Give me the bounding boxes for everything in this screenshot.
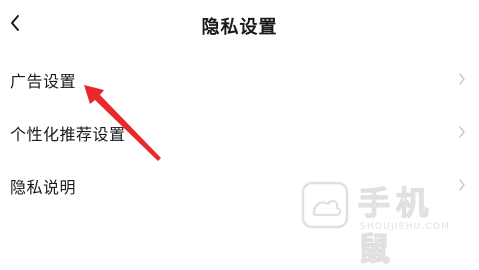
settings-item-label: 个性化推荐设置 — [10, 125, 126, 144]
chevron-right-icon — [459, 126, 465, 138]
settings-item-personalized-recommendation[interactable]: 个性化推荐设置 — [0, 105, 479, 158]
settings-item-ad[interactable]: 广告设置 — [0, 52, 479, 105]
settings-item-label: 广告设置 — [10, 72, 77, 91]
header-bar: 隐私设置 — [0, 0, 479, 50]
settings-item-label: 隐私说明 — [10, 178, 77, 197]
watermark-domain: SHOUJISHU.COM — [360, 222, 451, 232]
watermark: 手机鼠 SHOUJISHU.COM — [300, 178, 470, 269]
page-title: 隐私设置 — [201, 17, 278, 38]
chevron-right-icon — [459, 73, 465, 85]
watermark-logo-icon — [301, 181, 349, 229]
